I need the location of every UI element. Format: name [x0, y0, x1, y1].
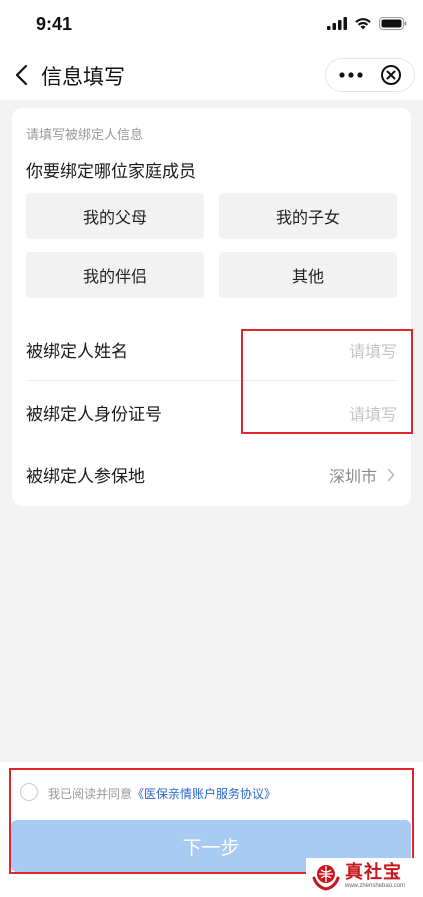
battery-icon: [379, 17, 407, 30]
option-children[interactable]: 我的子女: [219, 193, 397, 239]
more-icon[interactable]: [336, 67, 366, 83]
option-spouse[interactable]: 我的伴侣: [26, 252, 204, 298]
status-icons: [327, 17, 407, 30]
nav-bar: 信息填写: [0, 50, 423, 100]
watermark: 真社宝 www.zhenshebao.com: [306, 858, 418, 894]
member-question: 你要绑定哪位家庭成员: [26, 162, 196, 181]
name-field-label: 被绑定人姓名: [26, 342, 128, 361]
highlight-box-inputs: [241, 329, 413, 434]
insured-location-label: 被绑定人参保地: [26, 467, 145, 486]
miniprogram-capsule: [325, 58, 415, 92]
chevron-right-icon: [387, 468, 395, 482]
cellular-signal-icon: [327, 17, 347, 30]
watermark-name: 真社宝: [345, 862, 402, 882]
back-arrow-icon[interactable]: [10, 62, 36, 88]
close-icon[interactable]: [380, 64, 402, 86]
status-bar: 9:41: [0, 0, 423, 50]
insured-location-row[interactable]: 被绑定人参保地 深圳市: [26, 444, 397, 504]
watermark-logo-icon: [312, 865, 340, 891]
id-number-field-label: 被绑定人身份证号: [26, 405, 162, 424]
wifi-icon: [355, 18, 371, 30]
page-title: 信息填写: [41, 66, 125, 89]
binding-form-card: 请填写被绑定人信息 你要绑定哪位家庭成员 我的父母 我的子女 我的伴侣 其他 被…: [12, 108, 411, 506]
watermark-url: www.zhenshebao.com: [345, 883, 406, 889]
insured-location-value[interactable]: 深圳市: [329, 463, 377, 487]
status-time: 9:41: [36, 14, 73, 34]
option-parents[interactable]: 我的父母: [26, 193, 204, 239]
option-other[interactable]: 其他: [219, 252, 397, 298]
form-hint: 请填写被绑定人信息: [26, 127, 144, 142]
